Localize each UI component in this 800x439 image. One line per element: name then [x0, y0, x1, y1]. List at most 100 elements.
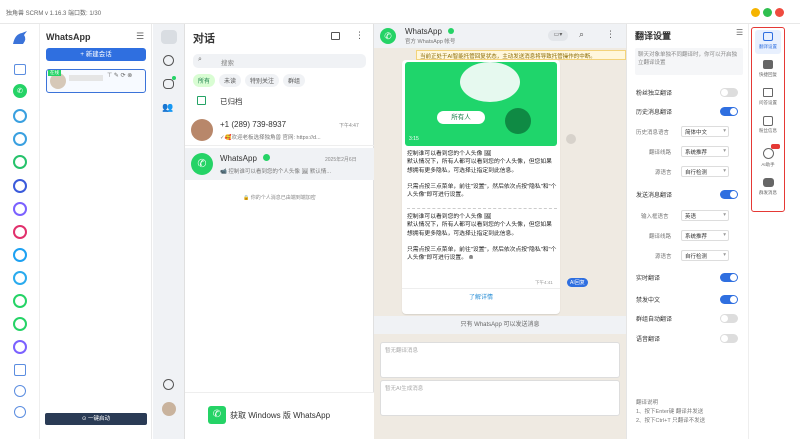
- archived-row[interactable]: 已归档: [185, 92, 374, 110]
- learn-more-link[interactable]: 了解详情: [402, 292, 560, 301]
- chats-nav-icon[interactable]: [161, 30, 177, 44]
- send-route-label: 翻译线路: [649, 234, 672, 240]
- send-label: 发送消息翻译: [636, 193, 673, 199]
- filter-groups[interactable]: 群组: [283, 74, 306, 87]
- route-select[interactable]: 系统推荐: [681, 146, 729, 157]
- close-button[interactable]: [775, 8, 784, 17]
- tool-quick-reply[interactable]: 快捷回复: [755, 58, 781, 82]
- twitter-icon[interactable]: [13, 248, 27, 262]
- fan-info-icon: [763, 116, 773, 126]
- more-menu-icon[interactable]: ⋮: [606, 29, 615, 40]
- profile-avatar[interactable]: [162, 402, 176, 416]
- divider: [402, 288, 560, 289]
- maximize-button[interactable]: [763, 8, 772, 17]
- home-icon[interactable]: [14, 64, 26, 75]
- logout-icon[interactable]: [14, 406, 26, 418]
- profile-illustration: [460, 62, 520, 102]
- minimize-button[interactable]: [751, 8, 760, 17]
- chat-name: +1 (289) 739-8937: [220, 120, 287, 129]
- messenger-icon[interactable]: [13, 202, 27, 216]
- new-chat-icon[interactable]: [331, 32, 340, 40]
- session-card[interactable]: 在线 ⊤ ✎ ⟳ ⊗: [46, 69, 146, 93]
- facebook-icon[interactable]: [13, 179, 27, 193]
- tool-label: AI助手: [761, 162, 775, 167]
- get-windows-text: 获取 Windows 版 WhatsApp: [230, 411, 331, 420]
- conversation-header: ✆ WhatsApp 官方 WhatsApp 帐号 ▭▾ ⌕ ⋮: [374, 24, 626, 48]
- chat-filters: 所有 未读 特别关注 群组: [193, 74, 306, 87]
- filter-favorites[interactable]: 特别关注: [245, 74, 280, 87]
- chat-item-selected[interactable]: ✆ WhatsApp 2025年2月6日 📹 控制谁可以看到您的个人头像 🖼 默…: [185, 148, 374, 180]
- chat-name: WhatsApp: [220, 154, 257, 163]
- route-label: 翻译线路: [649, 150, 672, 156]
- translate-icon: [763, 32, 773, 41]
- send-source-select[interactable]: 自行检测: [681, 250, 729, 261]
- send-source-label: 源语言: [655, 254, 672, 260]
- contact-avatar: [191, 119, 213, 141]
- new-session-button[interactable]: + 新建会话: [46, 48, 146, 61]
- whatsapp-icon[interactable]: ✆: [13, 84, 27, 98]
- business-icon[interactable]: [13, 294, 27, 308]
- search-input[interactable]: ⌕ 搜索: [193, 54, 366, 68]
- help-title: 翻译说明: [636, 400, 659, 406]
- send-route-select[interactable]: 系统推荐: [681, 230, 729, 241]
- grid-icon[interactable]: [14, 364, 26, 376]
- app-rail: ✆: [0, 24, 40, 439]
- source-select[interactable]: 自行检测: [681, 166, 729, 177]
- line-icon[interactable]: [13, 155, 27, 169]
- input-lang-select[interactable]: 英语: [681, 210, 729, 221]
- chat-time: 下午4:47: [339, 123, 359, 129]
- instagram-icon[interactable]: [13, 225, 27, 239]
- tool-fan-info[interactable]: 粉丝信息: [755, 114, 781, 138]
- channels-icon[interactable]: [163, 79, 174, 89]
- history-toggle[interactable]: [720, 107, 738, 116]
- tool-broadcast[interactable]: 群发消息: [755, 176, 781, 200]
- telegram-icon-2[interactable]: [13, 132, 27, 146]
- status-icon[interactable]: [163, 55, 174, 66]
- voice-toggle[interactable]: [720, 334, 738, 343]
- image-time: 3:15: [409, 136, 419, 142]
- session-action-icons[interactable]: ⊤ ✎ ⟳ ⊗: [107, 72, 132, 79]
- realtime-toggle[interactable]: [720, 273, 738, 282]
- search-placeholder: 搜索: [221, 60, 234, 67]
- translation-settings-title: 翻译设置: [635, 31, 672, 41]
- whatsapp-avatar-icon: ✆: [191, 153, 213, 175]
- message-text-2: 控制谁可以看到您的个人头像 🖼 默认情况下，所有人都可以看到您的个人头像，但您如…: [407, 214, 557, 262]
- one-click-start-button[interactable]: ⊙ 一键启动: [45, 413, 147, 425]
- menu-icon[interactable]: ☰: [136, 31, 144, 42]
- tool-label: 粉丝信息: [759, 128, 777, 133]
- video-call-icon[interactable]: ▭▾: [548, 30, 568, 41]
- independent-note: 聊天对象单独不同翻译时，你可以开启独立翻译设置: [635, 48, 743, 75]
- search-icon: ⌕: [198, 56, 202, 63]
- ai-message-box[interactable]: 暂无AI生成消息: [380, 380, 620, 416]
- translation-settings-panel: 翻译设置 ☰ 聊天对象单独不同翻译时，你可以开启独立翻译设置 粉丝独立翻译 历史…: [626, 24, 748, 439]
- verified-icon: [263, 154, 270, 161]
- forward-icon[interactable]: [566, 134, 576, 144]
- translation-preview-box[interactable]: 暂无翻译消息: [380, 342, 620, 378]
- filter-all[interactable]: 所有: [193, 74, 216, 87]
- group-auto-toggle[interactable]: [720, 314, 738, 323]
- independent-toggle[interactable]: [720, 88, 738, 97]
- wa-settings-icon[interactable]: [163, 379, 174, 390]
- more-channel-icon[interactable]: [13, 317, 27, 331]
- telegram-icon[interactable]: [13, 109, 27, 123]
- new-badge: [771, 144, 780, 149]
- channel-icon[interactable]: [13, 271, 27, 285]
- search-icon[interactable]: ⌕: [579, 29, 584, 40]
- get-windows-banner[interactable]: ✆ 获取 Windows 版 WhatsApp: [185, 392, 374, 439]
- archive-icon: [197, 96, 206, 105]
- send-toggle[interactable]: [720, 190, 738, 199]
- tool-label: 快捷回复: [759, 72, 777, 77]
- filter-unread[interactable]: 未读: [219, 74, 242, 87]
- settings-icon[interactable]: [14, 385, 26, 397]
- tool-qa[interactable]: 问答设置: [755, 86, 781, 110]
- tool-ai-assistant[interactable]: AI助手: [755, 144, 781, 172]
- history-lang-select[interactable]: 简体中文: [681, 126, 729, 137]
- collapse-icon[interactable]: ☰: [736, 28, 743, 37]
- tool-translate[interactable]: 翻译设置: [755, 30, 781, 54]
- more-menu-icon[interactable]: ⋮: [355, 30, 364, 41]
- conversation-subtitle: 官方 WhatsApp 帐号: [405, 39, 456, 45]
- discord-icon[interactable]: [13, 340, 27, 354]
- block-cn-toggle[interactable]: [720, 295, 738, 304]
- chat-item[interactable]: +1 (289) 739-8937 下午4:47 ✓🥰欢迎老板选择独角兽 官网:…: [185, 114, 374, 146]
- communities-icon[interactable]: 👥: [162, 102, 173, 113]
